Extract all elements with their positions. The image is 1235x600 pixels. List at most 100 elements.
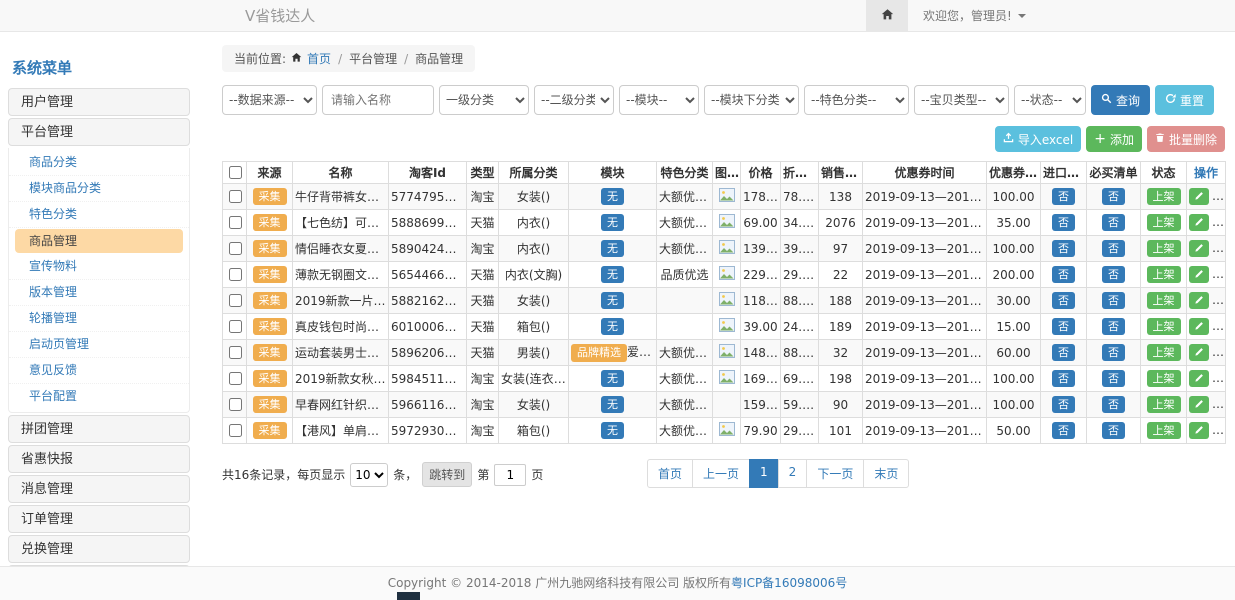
status-toggle[interactable]: 上架 [1147,318,1181,335]
sidebar-item-启动页管理[interactable]: 启动页管理 [9,332,189,358]
must-buy-toggle[interactable]: 否 [1102,318,1125,335]
filter-select-一级分类[interactable]: 一级分类 [439,85,529,115]
row-checkbox[interactable] [229,346,242,359]
sidebar-item-模块商品分类[interactable]: 模块商品分类 [9,176,189,202]
row-checkbox[interactable] [229,190,242,203]
import-select-toggle[interactable]: 否 [1052,292,1075,309]
must-buy-toggle[interactable]: 否 [1102,266,1125,283]
filter-select-状态[interactable]: --状态-- [1014,85,1086,115]
must-buy-toggle[interactable]: 否 [1102,370,1125,387]
import-select-toggle[interactable]: 否 [1052,266,1075,283]
sidebar-group-拼团管理[interactable]: 拼团管理 [8,415,190,443]
sidebar-menu: 用户管理平台管理商品分类模块商品分类特色分类商品管理宣传物料版本管理轮播管理启动… [8,88,190,593]
import-select-toggle[interactable]: 否 [1052,214,1075,231]
import-select-toggle[interactable]: 否 [1052,422,1075,439]
filter-select-模块下分类[interactable]: --模块下分类-- [704,85,799,115]
sidebar-item-商品管理[interactable]: 商品管理 [15,229,183,253]
reset-button[interactable]: 重置 [1155,85,1214,115]
filter-select-特色分类[interactable]: --特色分类-- [804,85,909,115]
edit-button[interactable] [1189,344,1209,361]
sidebar-item-特色分类[interactable]: 特色分类 [9,202,189,228]
row-checkbox[interactable] [229,242,242,255]
row-checkbox[interactable] [229,424,242,437]
status-toggle[interactable]: 上架 [1147,422,1181,439]
edit-button[interactable] [1189,214,1209,231]
row-checkbox[interactable] [229,268,242,281]
status-toggle[interactable]: 上架 [1147,396,1181,413]
batch-delete-button[interactable]: 批量删除 [1147,126,1225,152]
must-buy-toggle[interactable]: 否 [1102,344,1125,361]
must-buy-toggle[interactable]: 否 [1102,292,1125,309]
edit-button[interactable] [1189,318,1209,335]
sidebar-item-轮播管理[interactable]: 轮播管理 [9,306,189,332]
status-toggle[interactable]: 上架 [1147,292,1181,309]
must-buy-toggle[interactable]: 否 [1102,214,1125,231]
filter-select-模块[interactable]: --模块-- [619,85,699,115]
must-buy-toggle[interactable]: 否 [1102,422,1125,439]
jump-page-input[interactable] [494,464,526,486]
filter-select-宝贝类型[interactable]: --宝贝类型-- [914,85,1009,115]
row-checkbox[interactable] [229,216,242,229]
page-button-首页[interactable]: 首页 [647,459,693,488]
status-toggle[interactable]: 上架 [1147,266,1181,283]
data-source-select[interactable]: --数据来源-- [222,85,317,115]
icp-link[interactable]: 粤ICP备16098006号 [731,576,847,590]
add-button[interactable]: + 添加 [1086,126,1142,152]
sidebar-item-意见反馈[interactable]: 意见反馈 [9,358,189,384]
row-checkbox[interactable] [229,372,242,385]
import-select-toggle[interactable]: 否 [1052,240,1075,257]
import-select-toggle[interactable]: 否 [1052,318,1075,335]
sidebar-group-订单管理[interactable]: 订单管理 [8,505,190,533]
column-header-必买清单: 必买清单 [1087,162,1141,184]
must-buy-toggle[interactable]: 否 [1102,240,1125,257]
name-search-input[interactable] [322,85,434,115]
import-select-toggle[interactable]: 否 [1052,344,1075,361]
special-category [657,314,713,340]
sidebar-item-宣传物料[interactable]: 宣传物料 [9,254,189,280]
sidebar-item-商品分类[interactable]: 商品分类 [9,150,189,176]
page-button-下一页[interactable]: 下一页 [806,459,864,488]
per-page-select[interactable]: 10 [350,463,388,487]
search-button[interactable]: 查询 [1091,85,1150,115]
import-select-toggle[interactable]: 否 [1052,396,1075,413]
select-all-checkbox[interactable] [229,166,242,179]
status-toggle[interactable]: 上架 [1147,370,1181,387]
row-checkbox[interactable] [229,294,242,307]
price: 39.00 [741,314,781,340]
page-button-上一页[interactable]: 上一页 [692,459,750,488]
edit-button[interactable] [1189,266,1209,283]
import-excel-button[interactable]: 导入excel [995,126,1081,152]
edit-button[interactable] [1189,422,1209,439]
must-buy-toggle[interactable]: 否 [1102,188,1125,205]
sidebar-group-消息管理[interactable]: 消息管理 [8,475,190,503]
row-checkbox[interactable] [229,398,242,411]
edit-button[interactable] [1189,188,1209,205]
status-toggle[interactable]: 上架 [1147,344,1181,361]
edit-button[interactable] [1189,370,1209,387]
sidebar-group-省惠快报[interactable]: 省惠快报 [8,445,190,473]
sidebar-item-平台配置[interactable]: 平台配置 [9,384,189,410]
jump-button[interactable]: 跳转到 [422,462,472,487]
edit-button[interactable] [1189,292,1209,309]
sidebar-item-版本管理[interactable]: 版本管理 [9,280,189,306]
status-toggle[interactable]: 上架 [1147,214,1181,231]
sidebar-group-兑换管理[interactable]: 兑换管理 [8,535,190,563]
import-select-toggle[interactable]: 否 [1052,370,1075,387]
import-select-toggle[interactable]: 否 [1052,188,1075,205]
user-menu[interactable]: 欢迎您，管理员! [908,0,1041,31]
must-buy-toggle[interactable]: 否 [1102,396,1125,413]
row-checkbox[interactable] [229,320,242,333]
status-toggle[interactable]: 上架 [1147,240,1181,257]
page-button-2[interactable]: 2 [778,459,808,488]
edit-button[interactable] [1189,396,1209,413]
breadcrumb-home-link[interactable]: 首页 [307,50,331,67]
edit-button[interactable] [1189,240,1209,257]
filter-select-二级分类[interactable]: --二级分类-- [534,85,614,115]
sidebar-group-用户管理[interactable]: 用户管理 [8,88,190,116]
product-type: 天猫 [467,262,499,288]
sidebar-group-平台管理[interactable]: 平台管理 [8,118,190,146]
page-button-1[interactable]: 1 [749,459,779,488]
home-button[interactable] [866,0,908,31]
status-toggle[interactable]: 上架 [1147,188,1181,205]
page-button-末页[interactable]: 末页 [863,459,909,488]
